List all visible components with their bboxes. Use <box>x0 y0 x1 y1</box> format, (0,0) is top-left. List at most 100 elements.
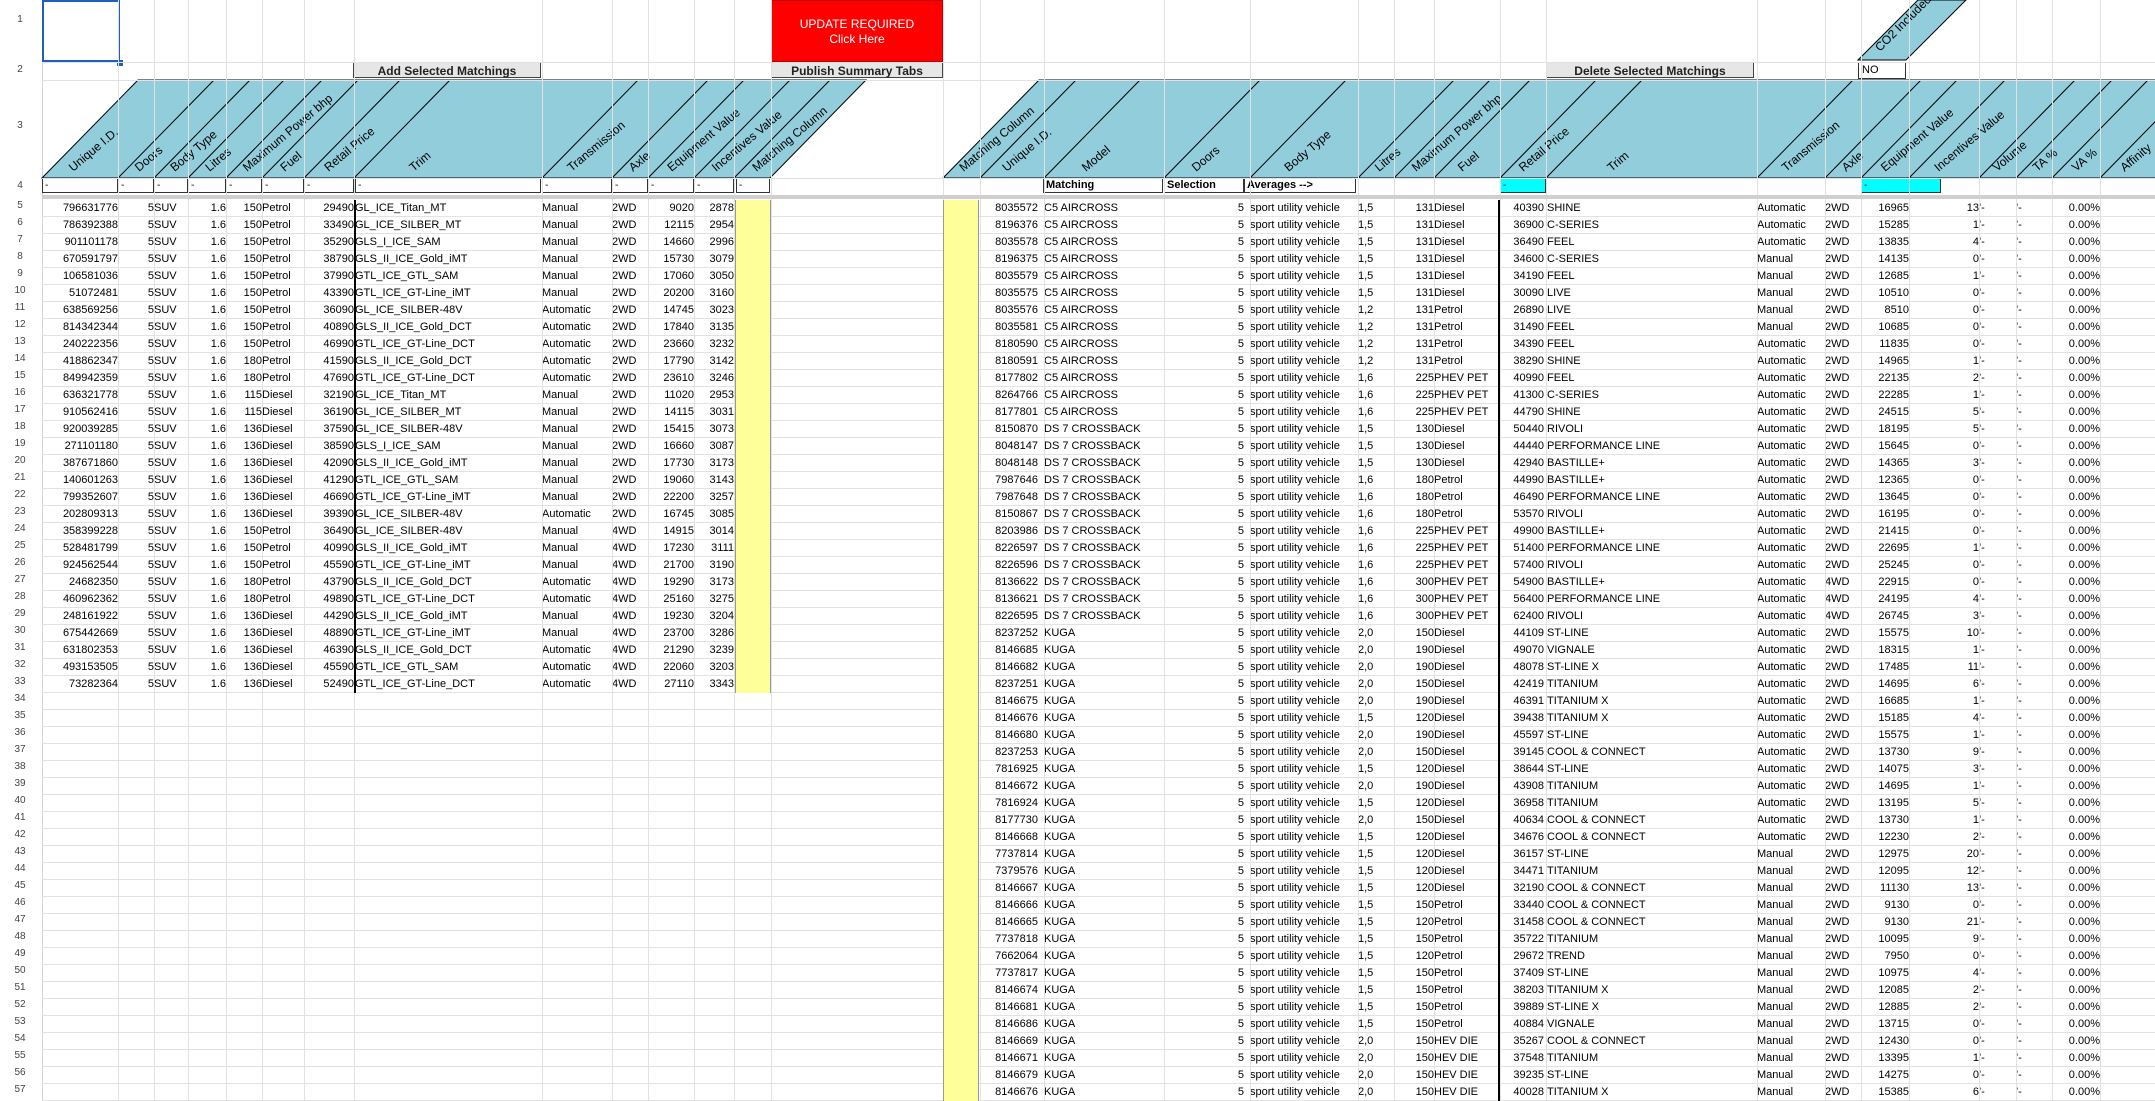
right-table-cell[interactable]: '- <box>2016 931 2052 948</box>
right-table-cell[interactable]: 131 <box>1394 217 1434 234</box>
right-table-cell[interactable]: Diesel <box>1434 455 1498 472</box>
right-table-cell[interactable]: '- <box>1979 523 2001 540</box>
right-table-cell[interactable]: DS 7 CROSSBACK <box>1044 523 1164 540</box>
right-table-cell[interactable]: 30090 <box>1500 285 1544 302</box>
left-table-cell[interactable]: 2WD <box>612 353 648 370</box>
right-table-cell[interactable]: 1,5 <box>1358 421 1394 438</box>
right-table-cell[interactable]: Manual <box>1757 319 1825 336</box>
filter-dropdown[interactable]: - <box>262 178 304 193</box>
right-table-cell[interactable]: 5 <box>1164 659 1244 676</box>
left-table-cell[interactable]: 5 <box>118 217 154 234</box>
right-table-cell[interactable]: 0.00% <box>2052 761 2100 778</box>
right-table-cell[interactable]: '- <box>1979 608 2001 625</box>
right-table-cell[interactable]: 5 <box>1164 676 1244 693</box>
right-table-cell[interactable]: '- <box>1979 591 2001 608</box>
right-table-cell[interactable]: BASTILLE+ <box>1547 455 1757 472</box>
right-table-cell[interactable]: Manual <box>1757 302 1825 319</box>
right-table-cell[interactable]: 150 <box>1394 982 1434 999</box>
left-table-cell[interactable]: Petrol <box>262 234 304 251</box>
right-table-cell[interactable]: Automatic <box>1757 591 1825 608</box>
right-table-cell[interactable]: Automatic <box>1757 693 1825 710</box>
right-table-cell[interactable]: 5 <box>1164 540 1244 557</box>
right-table-cell[interactable]: VIGNALE <box>1547 642 1757 659</box>
right-table-cell[interactable]: Automatic <box>1757 455 1825 472</box>
row-number[interactable]: 49 <box>0 948 40 959</box>
right-table-cell[interactable]: 8035579 <box>980 268 1038 285</box>
right-table-cell[interactable]: Automatic <box>1757 710 1825 727</box>
right-table-cell[interactable]: 9130 <box>1861 914 1909 931</box>
right-table-cell[interactable]: 0.00% <box>2052 897 2100 914</box>
right-table-cell[interactable]: 2WD <box>1825 285 1861 302</box>
right-table-cell[interactable]: sport utility vehicle <box>1250 336 1356 353</box>
row-number[interactable]: 31 <box>0 642 40 653</box>
right-table-cell[interactable]: 130 <box>1394 421 1434 438</box>
right-table-cell[interactable]: TITANIUM <box>1547 863 1757 880</box>
right-table-cell[interactable]: 41300 <box>1500 387 1544 404</box>
left-table-cell[interactable]: 4WD <box>612 557 648 574</box>
right-table-cell[interactable]: 8180591 <box>980 353 1038 370</box>
right-table-cell[interactable]: 1,6 <box>1358 591 1394 608</box>
right-table-cell[interactable]: 2,0 <box>1358 1067 1394 1084</box>
row-number[interactable]: 39 <box>0 778 40 789</box>
row-number[interactable]: 28 <box>0 591 40 602</box>
right-table-cell[interactable]: KUGA <box>1044 999 1164 1016</box>
right-table-cell[interactable]: '- <box>2016 846 2052 863</box>
right-table-cell[interactable]: Manual <box>1757 863 1825 880</box>
right-table-cell[interactable]: 120 <box>1394 863 1434 880</box>
left-table-cell[interactable]: 1.6 <box>188 370 226 387</box>
left-table-cell[interactable]: Manual <box>542 217 612 234</box>
left-table-cell[interactable]: 73282364 <box>42 676 118 693</box>
right-table-cell[interactable]: 2WD <box>1825 353 1861 370</box>
right-table-cell[interactable]: KUGA <box>1044 1016 1164 1033</box>
right-table-cell[interactable]: 38644 <box>1500 761 1544 778</box>
right-table-cell[interactable]: 5 <box>1164 285 1244 302</box>
right-table-cell[interactable]: Diesel <box>1434 625 1498 642</box>
filter-dropdown[interactable]: - <box>694 178 734 193</box>
right-table-cell[interactable]: 12085 <box>1861 982 1909 999</box>
right-table-cell[interactable]: 0.00% <box>2052 404 2100 421</box>
left-table-cell[interactable]: 2953 <box>694 387 734 404</box>
averages-filter-label[interactable]: Averages --> <box>1244 178 1356 193</box>
right-table-cell[interactable]: Petrol <box>1434 948 1498 965</box>
right-table-cell[interactable]: C5 AIRCROSS <box>1044 404 1164 421</box>
right-table-cell[interactable]: 29672 <box>1500 948 1544 965</box>
right-table-cell[interactable]: 225 <box>1394 370 1434 387</box>
right-table-cell[interactable]: Automatic <box>1757 744 1825 761</box>
right-table-cell[interactable]: 5 <box>1164 1067 1244 1084</box>
right-table-cell[interactable]: 2 <box>1909 370 1979 387</box>
right-table-cell[interactable]: Manual <box>1757 931 1825 948</box>
left-table-cell[interactable]: 24682350 <box>42 574 118 591</box>
right-table-cell[interactable]: 5 <box>1164 421 1244 438</box>
right-table-cell[interactable]: 0.00% <box>2052 863 2100 880</box>
left-table-cell[interactable]: 631802353 <box>42 642 118 659</box>
right-table-cell[interactable]: 2,0 <box>1358 1084 1394 1101</box>
left-table-cell[interactable]: GL_ICE_SILBER-48V <box>355 523 541 540</box>
left-table-cell[interactable]: 3135 <box>694 319 734 336</box>
right-table-cell[interactable]: 40634 <box>1500 812 1544 829</box>
right-table-cell[interactable]: 1,5 <box>1358 761 1394 778</box>
left-table-cell[interactable]: 40890 <box>304 319 354 336</box>
right-table-cell[interactable]: sport utility vehicle <box>1250 948 1356 965</box>
left-table-cell[interactable]: 4WD <box>612 574 648 591</box>
right-table-cell[interactable]: 225 <box>1394 387 1434 404</box>
right-table-cell[interactable]: 42940 <box>1500 455 1544 472</box>
right-table-cell[interactable]: 57400 <box>1500 557 1544 574</box>
right-table-cell[interactable]: 150 <box>1394 897 1434 914</box>
right-table-cell[interactable]: 8510 <box>1861 302 1909 319</box>
right-table-cell[interactable]: 22285 <box>1861 387 1909 404</box>
right-table-cell[interactable]: KUGA <box>1044 744 1164 761</box>
left-table-cell[interactable]: GL_ICE_Titan_MT <box>355 200 541 217</box>
right-table-cell[interactable]: 7379576 <box>980 863 1038 880</box>
right-table-cell[interactable]: '- <box>1979 948 2001 965</box>
right-table-cell[interactable]: 4 <box>1909 710 1979 727</box>
right-table-cell[interactable]: Automatic <box>1757 608 1825 625</box>
left-table-cell[interactable]: Manual <box>542 489 612 506</box>
right-table-cell[interactable]: 5 <box>1164 200 1244 217</box>
right-table-cell[interactable]: 2WD <box>1825 489 1861 506</box>
right-table-cell[interactable]: 1,5 <box>1358 285 1394 302</box>
left-table-cell[interactable]: 796631776 <box>42 200 118 217</box>
right-table-cell[interactable]: 8146671 <box>980 1050 1038 1067</box>
right-table-cell[interactable]: Automatic <box>1757 540 1825 557</box>
right-table-cell[interactable]: 14075 <box>1861 761 1909 778</box>
left-table-cell[interactable]: 670591797 <box>42 251 118 268</box>
